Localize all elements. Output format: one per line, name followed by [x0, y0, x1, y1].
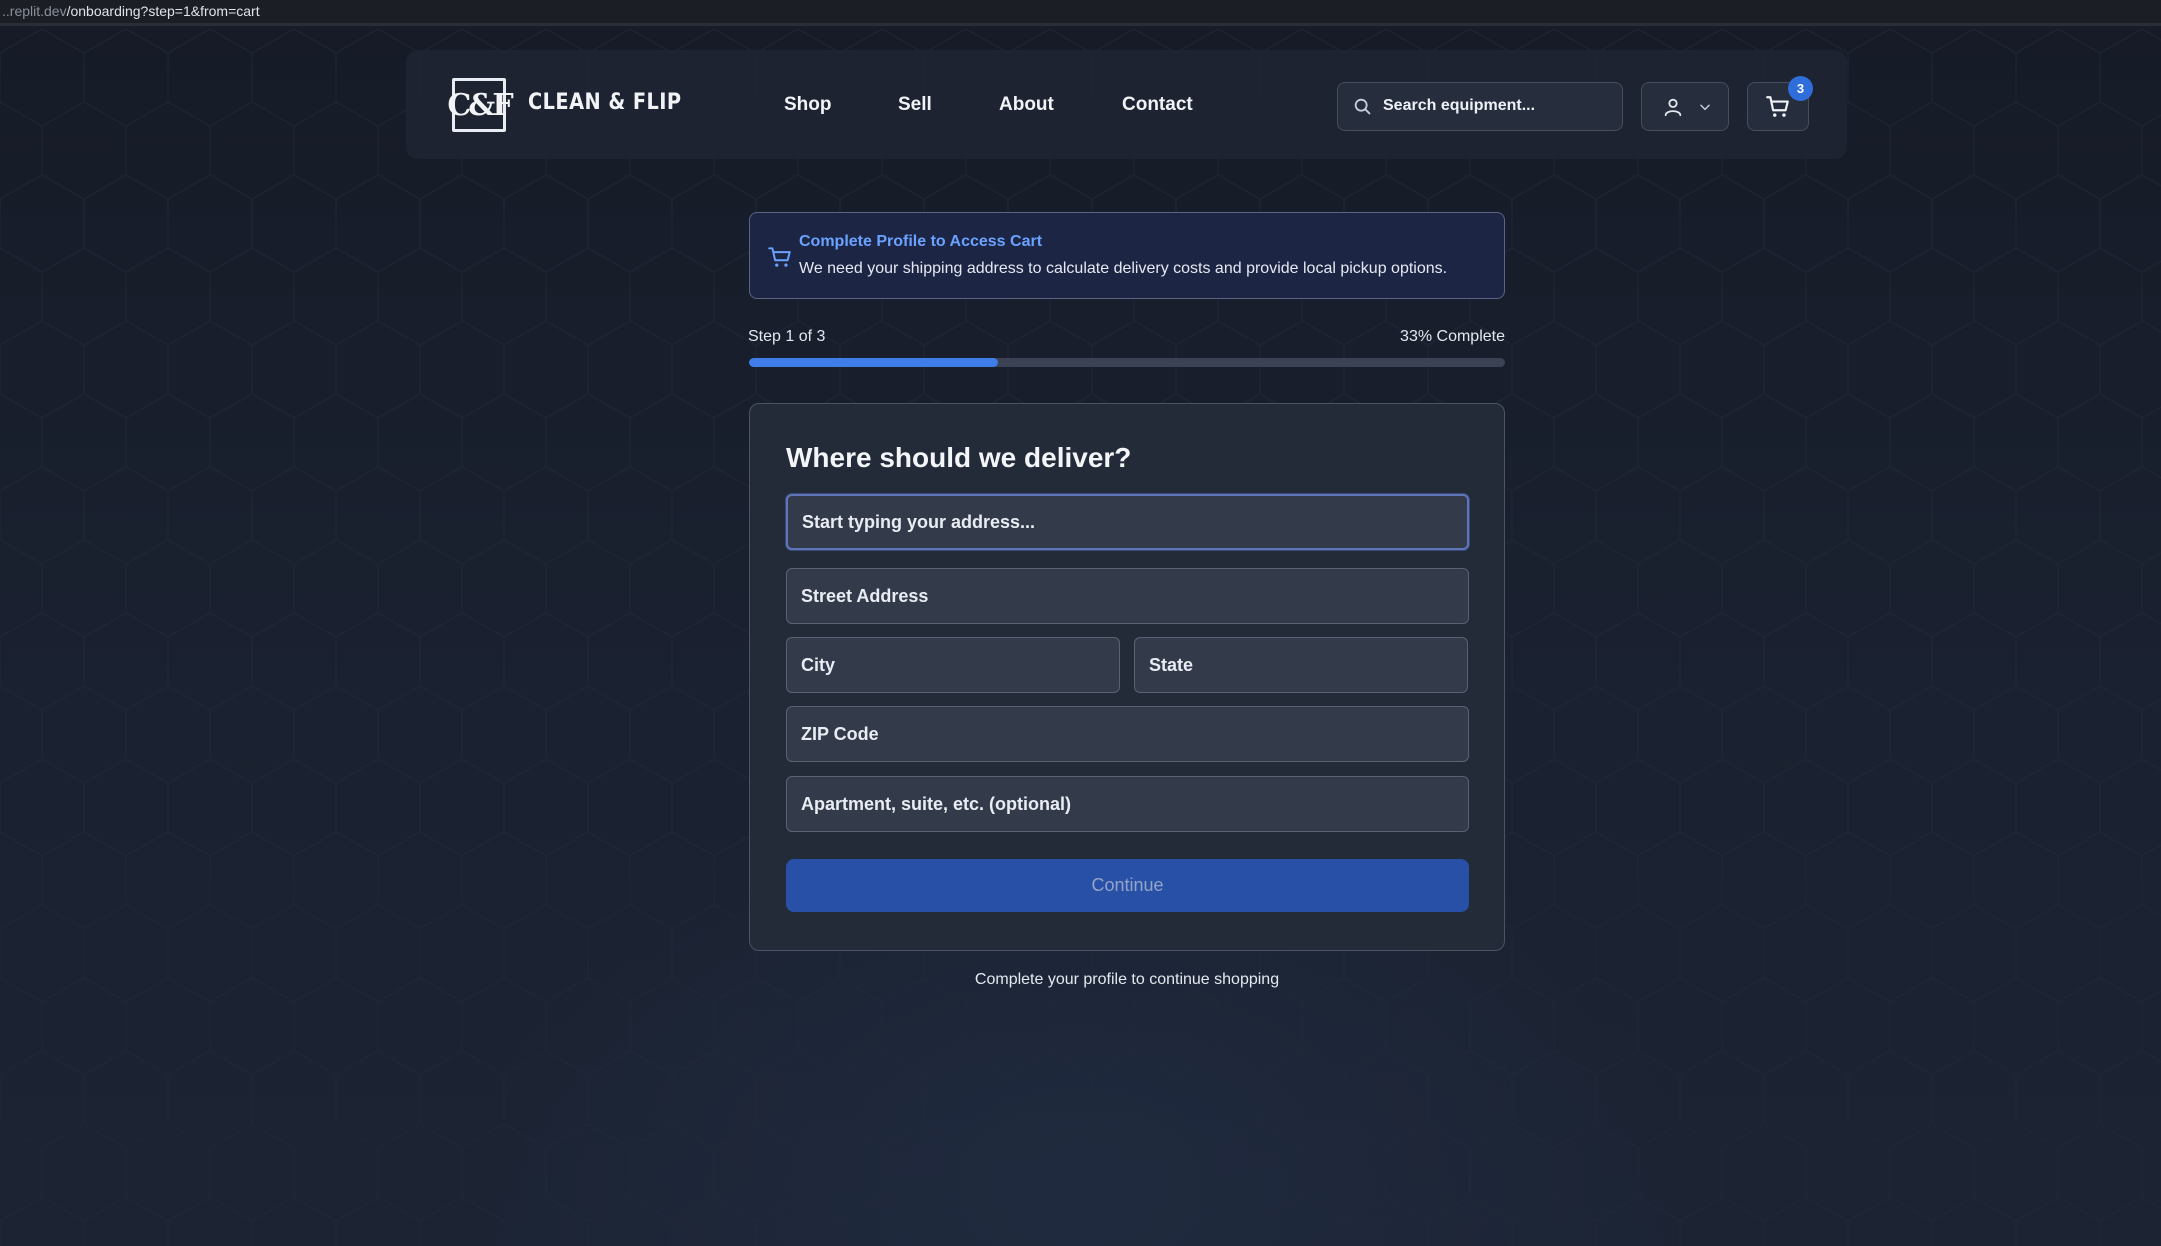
street-address-field[interactable]	[786, 568, 1469, 624]
cart-count-badge: 3	[1788, 76, 1813, 101]
cart-icon	[1766, 96, 1789, 117]
brand-name[interactable]: CLEAN & FLIP	[528, 90, 682, 115]
logo-mark: C&F	[447, 87, 513, 123]
footer-note: Complete your profile to continue shoppi…	[974, 971, 1280, 988]
notice-message: We need your shipping address to calcula…	[799, 260, 1448, 277]
continue-button[interactable]: Continue	[786, 859, 1469, 912]
top-navbar: C&F CLEAN & FLIP Shop Sell About Contact…	[406, 50, 1847, 159]
progress-fill	[749, 358, 999, 367]
url-domain: ..replit.dev	[2, 3, 67, 19]
apartment-field[interactable]	[786, 776, 1469, 832]
nav-shop[interactable]: Shop	[784, 94, 832, 116]
user-icon	[1664, 98, 1682, 117]
logo[interactable]: C&F	[447, 78, 514, 132]
search-box[interactable]: Search equipment...	[1337, 82, 1623, 131]
state-field[interactable]	[1134, 637, 1468, 693]
notice-title: Complete Profile to Access Cart	[799, 233, 1043, 250]
chevron-down-icon	[1700, 104, 1710, 111]
cart-icon	[768, 247, 791, 267]
zip-code-field[interactable]	[786, 706, 1469, 762]
page: C&F CLEAN & FLIP Shop Sell About Contact…	[0, 29, 2161, 1246]
progress-bar	[749, 358, 1505, 367]
form-heading: Where should we deliver?	[786, 442, 1132, 473]
browser-url-bar[interactable]: ..replit.dev/onboarding?step=1&from=cart	[0, 0, 2161, 26]
nav-sell[interactable]: Sell	[898, 94, 932, 116]
account-menu-button[interactable]	[1641, 82, 1729, 131]
nav-contact[interactable]: Contact	[1122, 94, 1193, 116]
search-placeholder: Search equipment...	[1383, 97, 1536, 114]
url-path: /onboarding?step=1&from=cart	[66, 3, 260, 19]
profile-required-notice: Complete Profile to Access Cart We need …	[749, 212, 1505, 299]
step-indicator: Step 1 of 3	[748, 328, 826, 345]
progress-percent: 33% Complete	[1400, 328, 1505, 345]
nav-about[interactable]: About	[999, 94, 1054, 116]
city-field[interactable]	[786, 637, 1120, 693]
search-icon	[1354, 98, 1371, 115]
address-form-card: Where should we deliver? Continue	[749, 403, 1505, 951]
address-autocomplete-input[interactable]	[786, 494, 1469, 550]
